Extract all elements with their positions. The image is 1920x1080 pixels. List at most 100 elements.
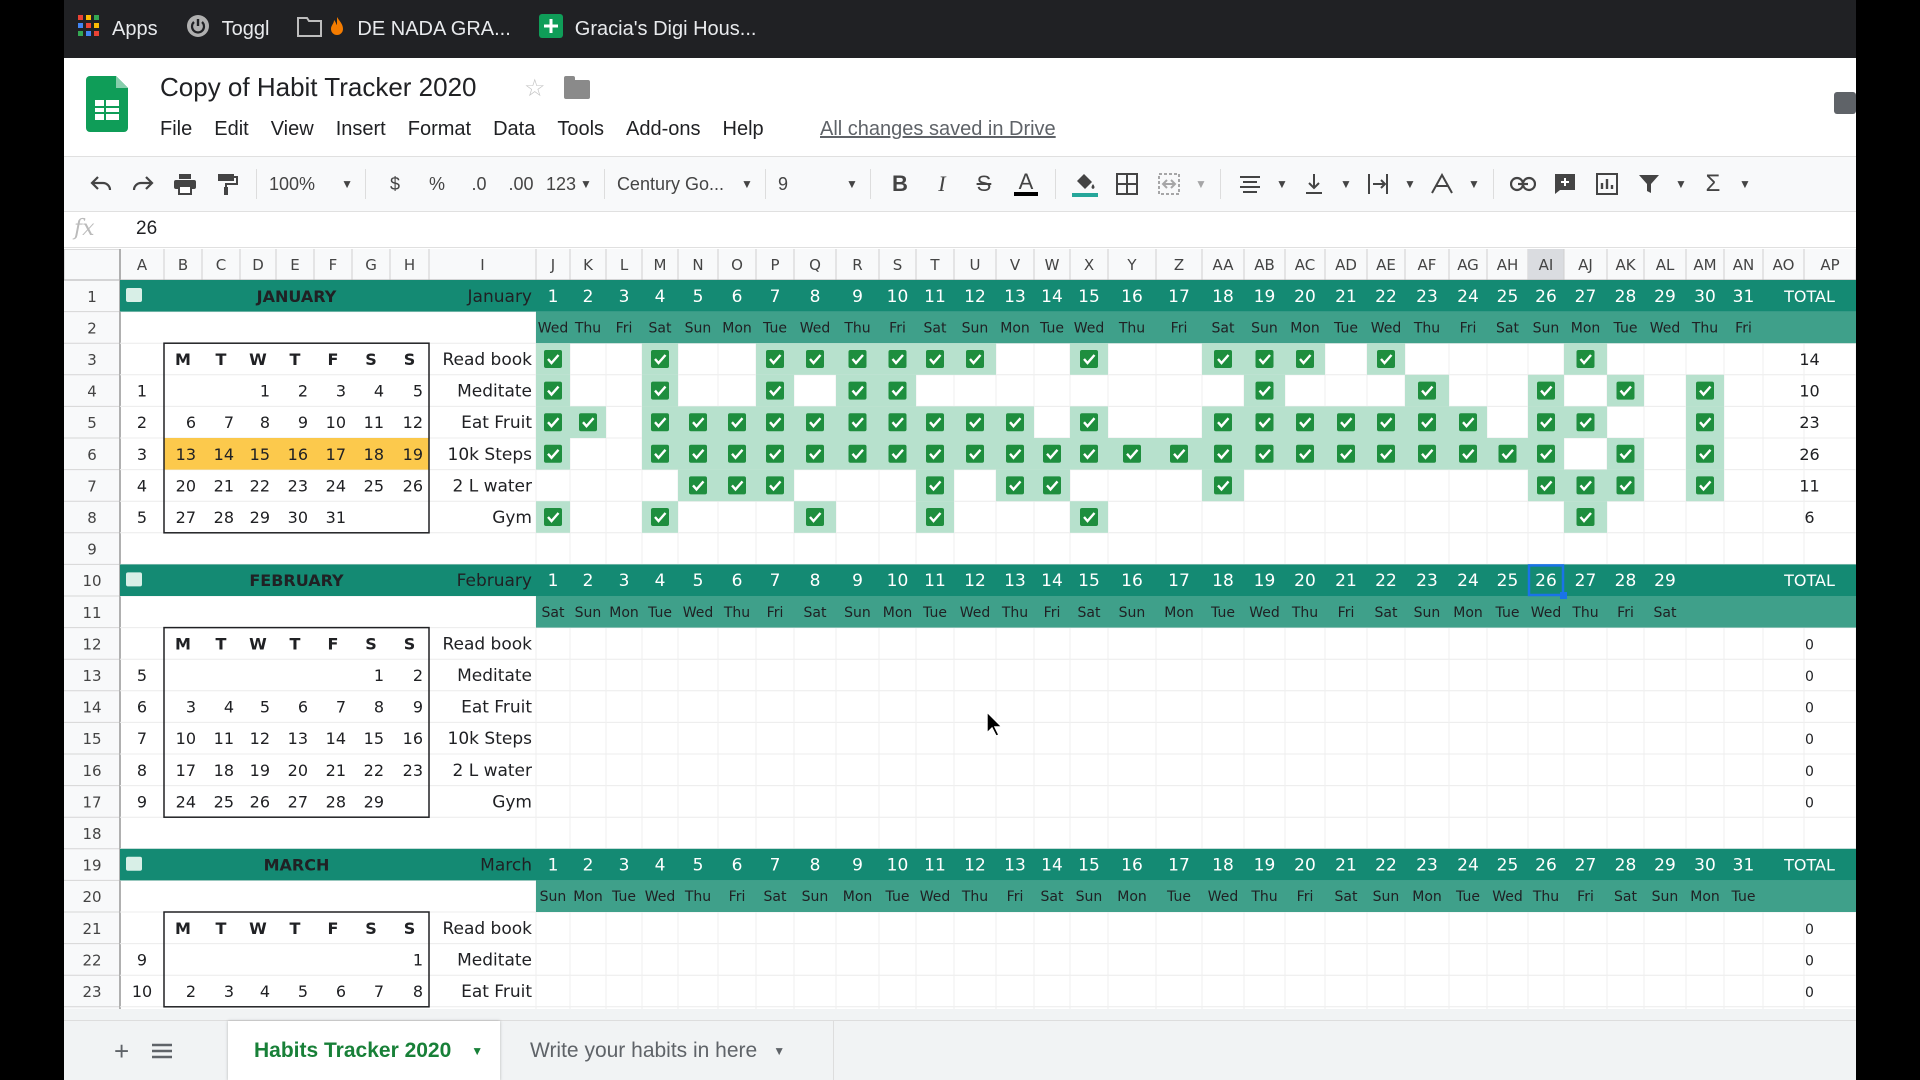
column-header[interactable]: Y bbox=[1126, 256, 1137, 274]
checkbox-checked-icon[interactable] bbox=[1418, 381, 1436, 400]
checkbox-checked-icon[interactable] bbox=[728, 413, 746, 432]
checkbox-checked-icon[interactable] bbox=[1537, 476, 1555, 495]
checkbox-checked-icon[interactable] bbox=[1377, 444, 1395, 463]
checkbox-checked-icon[interactable] bbox=[1296, 444, 1314, 463]
column-header[interactable]: AI bbox=[1539, 256, 1554, 274]
checkbox-checked-icon[interactable] bbox=[766, 350, 784, 368]
column-header[interactable]: AA bbox=[1213, 256, 1235, 274]
more-formats-button[interactable]: 123 ▼ bbox=[546, 164, 592, 204]
font-select[interactable]: Century Go... ▼ bbox=[617, 164, 753, 204]
filter-icon[interactable] bbox=[1632, 164, 1666, 204]
bookmark-de-nada[interactable]: DE NADA GRA... bbox=[297, 15, 511, 43]
bold-icon[interactable]: B bbox=[883, 164, 917, 204]
row-header[interactable]: 2 bbox=[87, 319, 97, 337]
font-size-select[interactable]: 9 ▼ bbox=[778, 164, 858, 204]
comments-icon[interactable] bbox=[1834, 92, 1856, 114]
column-header[interactable]: A bbox=[137, 256, 148, 274]
add-sheet-icon[interactable]: + bbox=[114, 1021, 129, 1080]
checkbox-checked-icon[interactable] bbox=[1043, 476, 1061, 495]
checkbox-checked-icon[interactable] bbox=[1296, 350, 1314, 368]
row-header[interactable]: 8 bbox=[87, 509, 97, 527]
chevron-down-icon[interactable]: ▼ bbox=[1738, 164, 1752, 204]
checkbox-checked-icon[interactable] bbox=[1537, 413, 1555, 432]
grid-canvas[interactable]: A B C D E F G H I J K L M N O P Q R S T U V W X Y Z AA AB AC AD AE AF AG… bbox=[64, 249, 1856, 1009]
checkbox-checked-icon[interactable] bbox=[848, 350, 867, 368]
column-header[interactable]: AP bbox=[1820, 256, 1839, 274]
column-header[interactable]: AD bbox=[1335, 256, 1357, 274]
formula-input[interactable]: 26 bbox=[136, 218, 157, 240]
menu-edit[interactable]: Edit bbox=[214, 118, 248, 141]
borders-icon[interactable] bbox=[1110, 164, 1144, 204]
checkbox-checked-icon[interactable] bbox=[728, 476, 746, 495]
checkbox-checked-icon[interactable] bbox=[1080, 350, 1098, 368]
checkbox-checked-icon[interactable] bbox=[1170, 444, 1188, 463]
checkbox-checked-icon[interactable] bbox=[689, 444, 707, 463]
document-title[interactable]: Copy of Habit Tracker 2020 bbox=[160, 72, 477, 103]
save-status[interactable]: All changes saved in Drive bbox=[820, 118, 1056, 141]
checkbox-checked-icon[interactable] bbox=[1255, 381, 1274, 400]
chevron-down-icon[interactable]: ▼ bbox=[1194, 164, 1208, 204]
row-header[interactable]: 9 bbox=[87, 541, 97, 559]
chevron-down-icon[interactable]: ▼ bbox=[1467, 164, 1481, 204]
row-header[interactable]: 22 bbox=[82, 951, 101, 969]
checkbox-checked-icon[interactable] bbox=[1576, 476, 1595, 495]
checkbox-checked-icon[interactable] bbox=[689, 413, 707, 432]
checkbox-checked-icon[interactable] bbox=[1498, 444, 1517, 463]
checkbox-checked-icon[interactable] bbox=[1006, 444, 1024, 463]
row-header[interactable]: 10 bbox=[82, 572, 101, 590]
column-header[interactable]: AB bbox=[1254, 256, 1275, 274]
print-icon[interactable] bbox=[168, 164, 202, 204]
bookmark-gracia[interactable]: Gracia's Digi Hous... bbox=[538, 14, 756, 44]
checkbox-checked-icon[interactable] bbox=[766, 381, 784, 400]
text-wrapping-icon[interactable] bbox=[1361, 164, 1395, 204]
checkbox-checked-icon[interactable] bbox=[1576, 350, 1595, 368]
checkbox-checked-icon[interactable] bbox=[1255, 444, 1274, 463]
checkbox-checked-icon[interactable] bbox=[1537, 444, 1555, 463]
fill-handle[interactable] bbox=[1560, 592, 1567, 599]
checkbox-checked-icon[interactable] bbox=[966, 350, 984, 368]
checkbox-checked-icon[interactable] bbox=[1696, 413, 1714, 432]
checkbox-checked-icon[interactable] bbox=[1080, 444, 1098, 463]
checkbox-checked-icon[interactable] bbox=[544, 381, 562, 400]
checkbox-checked-icon[interactable] bbox=[544, 413, 562, 432]
checkbox-checked-icon[interactable] bbox=[1616, 381, 1635, 400]
zoom-select[interactable]: 100% ▼ bbox=[269, 164, 353, 204]
checkbox-checked-icon[interactable] bbox=[651, 350, 669, 368]
checkbox-checked-icon[interactable] bbox=[1377, 350, 1395, 368]
checkbox-checked-icon[interactable] bbox=[728, 444, 746, 463]
checkbox-checked-icon[interactable] bbox=[1576, 508, 1595, 526]
checkbox-checked-icon[interactable] bbox=[1418, 413, 1436, 432]
checkbox-checked-icon[interactable] bbox=[806, 508, 824, 526]
currency-format-button[interactable]: $ bbox=[378, 164, 412, 204]
menu-tools[interactable]: Tools bbox=[557, 118, 604, 141]
checkbox-checked-icon[interactable] bbox=[888, 444, 907, 463]
column-header[interactable]: T bbox=[929, 256, 940, 274]
column-header[interactable]: AH bbox=[1497, 256, 1519, 274]
menu-format[interactable]: Format bbox=[408, 118, 471, 141]
row-header[interactable]: 14 bbox=[82, 699, 101, 717]
percent-format-button[interactable]: % bbox=[420, 164, 454, 204]
checkbox-checked-icon[interactable] bbox=[1006, 476, 1024, 495]
checkbox-checked-icon[interactable] bbox=[926, 476, 944, 495]
column-header[interactable]: R bbox=[852, 256, 862, 274]
column-header[interactable]: F bbox=[329, 256, 338, 274]
row-header[interactable]: 18 bbox=[82, 825, 101, 843]
checkbox-checked-icon[interactable] bbox=[848, 381, 867, 400]
column-header[interactable]: AK bbox=[1615, 256, 1636, 274]
column-header[interactable]: B bbox=[178, 256, 188, 274]
menu-help[interactable]: Help bbox=[723, 118, 764, 141]
checkbox-checked-icon[interactable] bbox=[1080, 413, 1098, 432]
checkbox-checked-icon[interactable] bbox=[1123, 444, 1141, 463]
column-header[interactable]: P bbox=[770, 256, 779, 274]
column-header[interactable]: L bbox=[620, 256, 629, 274]
column-header[interactable]: I bbox=[480, 256, 484, 274]
row-header[interactable]: 21 bbox=[82, 920, 101, 938]
row-header[interactable]: 16 bbox=[82, 762, 101, 780]
horizontal-align-icon[interactable] bbox=[1233, 164, 1267, 204]
chevron-down-icon[interactable]: ▼ bbox=[1339, 164, 1353, 204]
chevron-down-icon[interactable]: ▼ bbox=[1674, 164, 1688, 204]
checkbox-checked-icon[interactable] bbox=[888, 413, 907, 432]
checkbox-checked-icon[interactable] bbox=[926, 508, 944, 526]
italic-icon[interactable]: I bbox=[925, 164, 959, 204]
checkbox-checked-icon[interactable] bbox=[1214, 476, 1232, 495]
